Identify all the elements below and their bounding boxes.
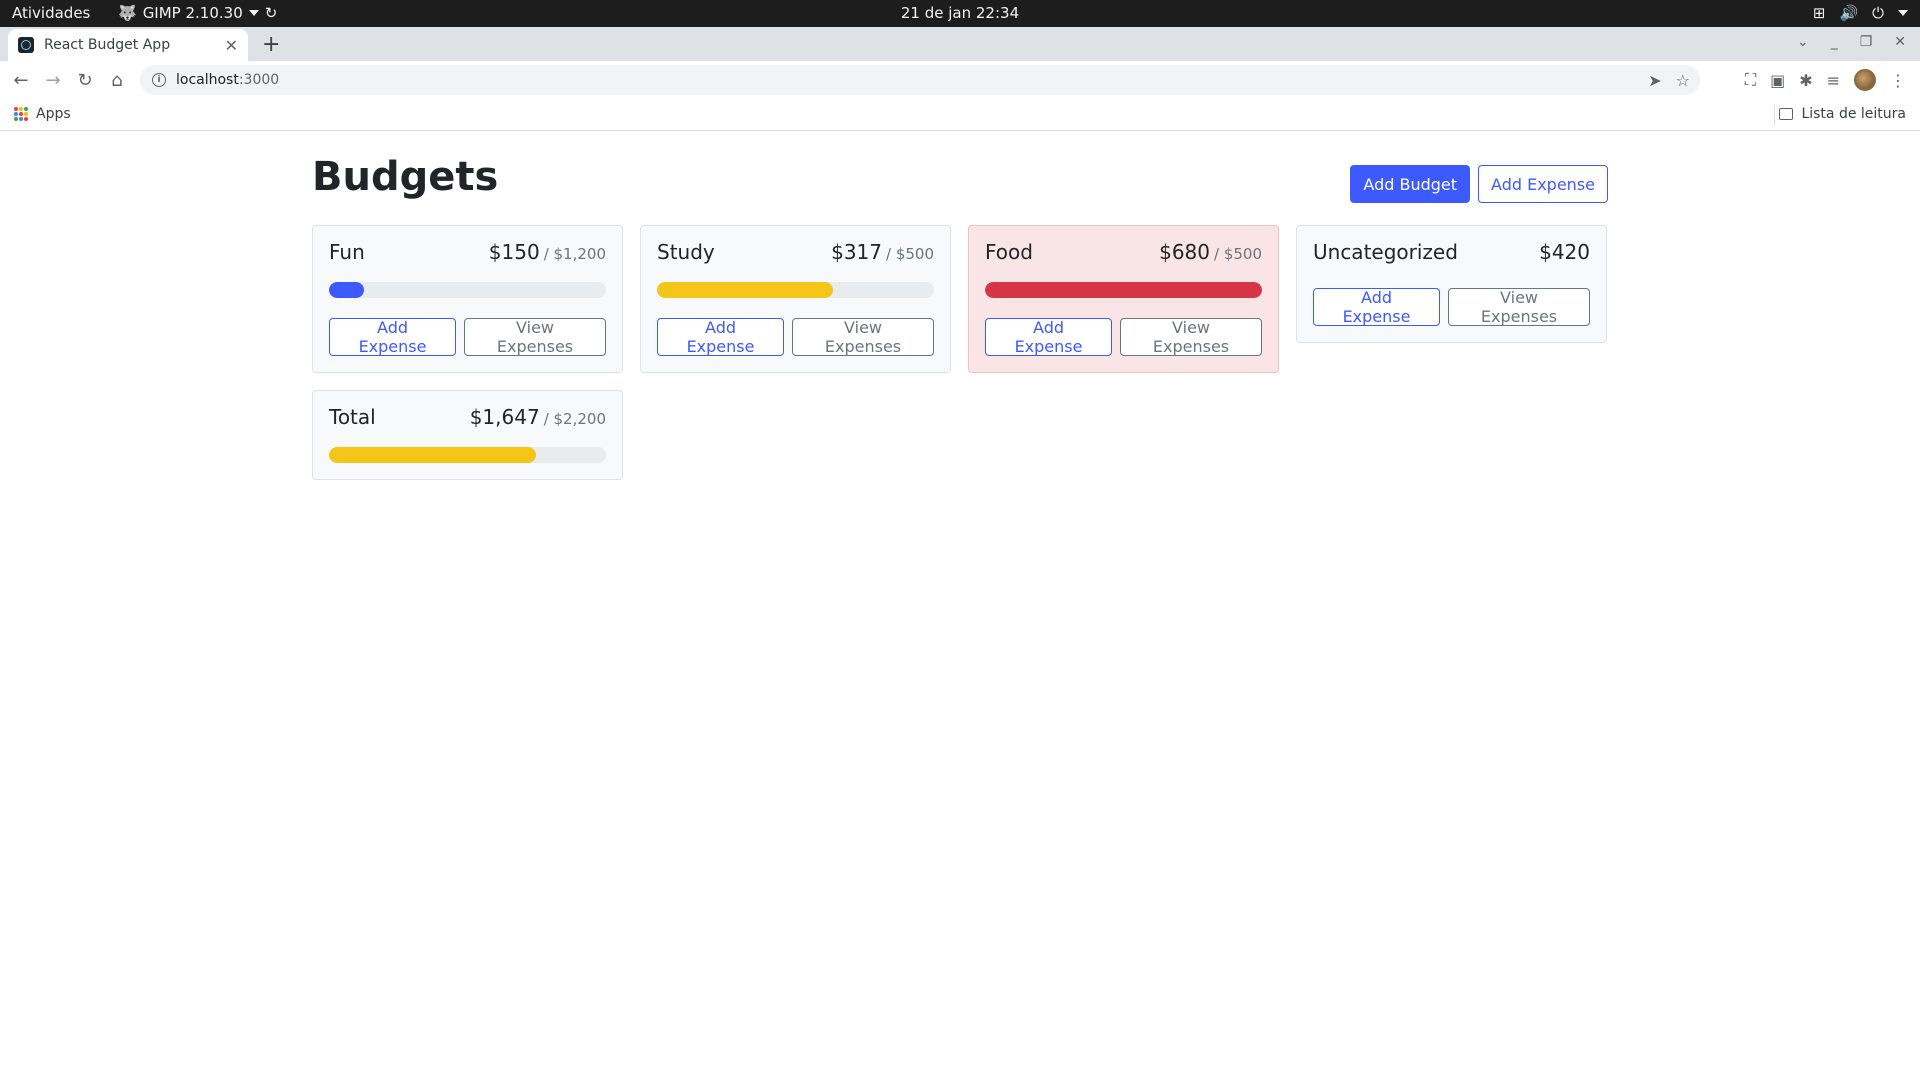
apps-shortcut[interactable]: Apps [14, 106, 71, 122]
budget-card-uncategorized: Uncategorized $420 Add Expense View Expe… [1296, 225, 1607, 343]
budget-progress [329, 447, 606, 463]
view-expenses-button[interactable]: View Expenses [1448, 288, 1590, 326]
bookmarks-bar: Apps Lista de leitura [0, 99, 1920, 131]
view-expenses-button[interactable]: View Expenses [1120, 318, 1262, 356]
reading-list-label: Lista de leitura [1801, 106, 1906, 122]
picture-in-picture-icon[interactable]: ▣ [1770, 71, 1785, 90]
add-budget-button[interactable]: Add Budget [1350, 165, 1471, 203]
budget-name: Uncategorized [1313, 240, 1458, 264]
reload-icon[interactable]: ↻ [74, 69, 96, 91]
budget-amount: $420 [1539, 240, 1590, 264]
chevron-down-icon [1898, 10, 1908, 16]
app-menu-label: GIMP 2.10.30 [142, 4, 243, 22]
divider [1774, 105, 1775, 125]
progress-bar-fill [985, 282, 1262, 298]
header-actions: Add Budget Add Expense [1350, 165, 1608, 203]
add-expense-button[interactable]: Add Expense [1478, 165, 1608, 203]
budget-progress [329, 282, 606, 298]
tab-strip: React Budget App ✕ + ⌄ _ ❐ ✕ [0, 27, 1920, 61]
restore-icon[interactable]: ❐ [1860, 34, 1873, 50]
site-info-icon[interactable]: i [152, 73, 166, 87]
clock[interactable]: 21 de jan 22:34 [901, 4, 1019, 22]
reading-list-icon [1779, 108, 1794, 120]
loading-icon: ↻ [264, 4, 278, 22]
power-icon: ⏻ [1872, 4, 1884, 22]
bookmark-star-icon[interactable]: ☆ [1676, 71, 1690, 90]
apps-grid-icon [14, 107, 28, 121]
page-title: Budgets [312, 154, 499, 200]
browser-tab[interactable]: React Budget App ✕ [8, 29, 248, 61]
view-expenses-button[interactable]: View Expenses [464, 318, 606, 356]
window-controls: ⌄ _ ❐ ✕ [1797, 34, 1906, 50]
screenshot-icon[interactable]: ⛶ [1745, 70, 1756, 90]
system-tray[interactable]: ⊞ 🔊 ⏻ [1813, 4, 1908, 22]
budget-amount: $317 [831, 240, 882, 264]
budget-card-fun: Fun $150/ $1,200 Add Expense View Expens… [312, 225, 623, 373]
browser-toolbar: ← → ↻ ⌂ i localhost :3000 ➤ ☆ ⛶ ▣ ✱ ≡ ⋮ [0, 61, 1920, 99]
apps-label: Apps [36, 106, 71, 122]
url-host: localhost [176, 72, 239, 88]
progress-bar-fill [657, 282, 833, 298]
activities-button[interactable]: Atividades [12, 4, 90, 22]
menu-icon[interactable]: ⋮ [1890, 71, 1906, 90]
tab-search-icon[interactable]: ⌄ [1797, 34, 1809, 50]
app-menu[interactable]: 🐺 GIMP 2.10.30 ↻ [118, 4, 277, 22]
budget-amount: $1,647 [469, 405, 540, 429]
network-icon: ⊞ [1812, 4, 1826, 22]
minimize-icon[interactable]: _ [1831, 34, 1838, 50]
media-control-icon[interactable]: ≡ [1827, 71, 1840, 90]
volume-icon: 🔊 [1839, 4, 1859, 22]
budget-amount: $680 [1159, 240, 1210, 264]
page-header: Budgets Add Budget Add Expense [312, 131, 1608, 225]
progress-bar-fill [329, 447, 537, 463]
new-tab-icon[interactable]: + [262, 32, 280, 57]
add-expense-button[interactable]: Add Expense [985, 318, 1113, 356]
profile-avatar[interactable] [1854, 69, 1876, 91]
budget-max: / $500 [886, 245, 934, 263]
home-icon[interactable]: ⌂ [106, 69, 128, 91]
close-tab-icon[interactable]: ✕ [225, 36, 238, 55]
budget-max: / $500 [1214, 245, 1262, 263]
react-favicon-icon [18, 37, 34, 53]
progress-bar-fill [329, 282, 364, 298]
budget-name: Total [329, 405, 376, 429]
address-bar[interactable]: i localhost :3000 ➤ ☆ [140, 65, 1700, 95]
close-window-icon[interactable]: ✕ [1894, 34, 1906, 50]
os-top-bar: Atividades 🐺 GIMP 2.10.30 ↻ 21 de jan 22… [0, 0, 1920, 27]
forward-icon[interactable]: → [42, 69, 64, 91]
budget-grid: Fun $150/ $1,200 Add Expense View Expens… [312, 225, 1608, 480]
budget-name: Food [985, 240, 1033, 264]
budget-name: Study [657, 240, 715, 264]
extensions-icon[interactable]: ✱ [1799, 71, 1812, 90]
budget-progress [985, 282, 1262, 298]
budget-max: / $1,200 [543, 245, 606, 263]
add-expense-button[interactable]: Add Expense [657, 318, 785, 356]
view-expenses-button[interactable]: View Expenses [792, 318, 934, 356]
tab-title: React Budget App [44, 37, 171, 53]
budget-card-study: Study $317/ $500 Add Expense View Expens… [640, 225, 951, 373]
add-expense-button[interactable]: Add Expense [1313, 288, 1441, 326]
chevron-down-icon [248, 10, 259, 16]
budget-name: Fun [329, 240, 365, 264]
add-expense-button[interactable]: Add Expense [329, 318, 457, 356]
reading-list-button[interactable]: Lista de leitura [1779, 106, 1906, 122]
budget-max: / $2,200 [543, 410, 606, 428]
budget-amount: $150 [488, 240, 540, 264]
gimp-icon: 🐺 [118, 4, 137, 22]
budget-card-food: Food $680/ $500 Add Expense View Expense… [968, 225, 1279, 373]
budget-app: Budgets Add Budget Add Expense Fun $150/… [312, 131, 1608, 480]
budget-progress [657, 282, 934, 298]
send-icon[interactable]: ➤ [1648, 71, 1661, 90]
budget-card-total: Total $1,647/ $2,200 [312, 390, 623, 480]
url-port: :3000 [238, 72, 280, 88]
back-icon[interactable]: ← [10, 69, 32, 91]
